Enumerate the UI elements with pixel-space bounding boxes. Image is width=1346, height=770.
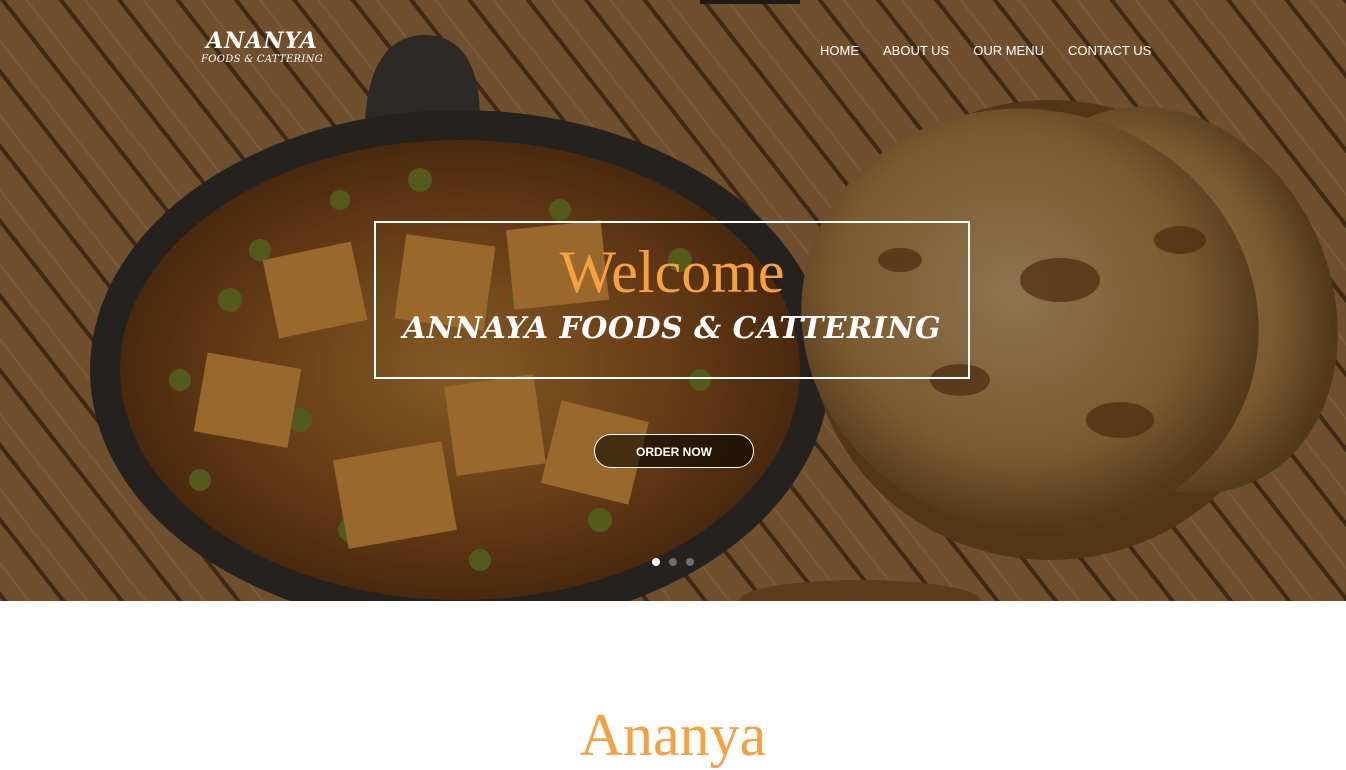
main-nav: HOME ABOUT US OUR MENU CONTACT US [808, 43, 1163, 59]
nav-about-us[interactable]: ABOUT US [871, 43, 961, 59]
welcome-heading: Welcome [559, 239, 785, 305]
welcome-box: Welcome ANNAYA FOODS & CATTERING [374, 221, 970, 379]
carousel-dot-2[interactable] [669, 558, 677, 566]
carousel-dot-3[interactable] [686, 558, 694, 566]
welcome-tagline: ANNAYA FOODS & CATTERING [402, 311, 942, 346]
carousel-indicators [652, 558, 694, 566]
site-logo[interactable]: ANANYA FOODS & CATTERING [200, 28, 324, 66]
nav-our-menu[interactable]: OUR MENU [961, 43, 1056, 59]
section-title: Ananya [579, 702, 767, 768]
logo-title: ANANYA [206, 28, 318, 54]
logo-subtitle: FOODS & CATTERING [201, 54, 323, 65]
nav-home[interactable]: HOME [808, 43, 871, 59]
carousel-dot-1[interactable] [652, 558, 660, 566]
order-now-button[interactable]: ORDER NOW [594, 434, 754, 468]
hero-carousel: ANANYA FOODS & CATTERING HOME ABOUT US O… [0, 0, 1346, 601]
nav-contact-us[interactable]: CONTACT US [1056, 43, 1163, 59]
